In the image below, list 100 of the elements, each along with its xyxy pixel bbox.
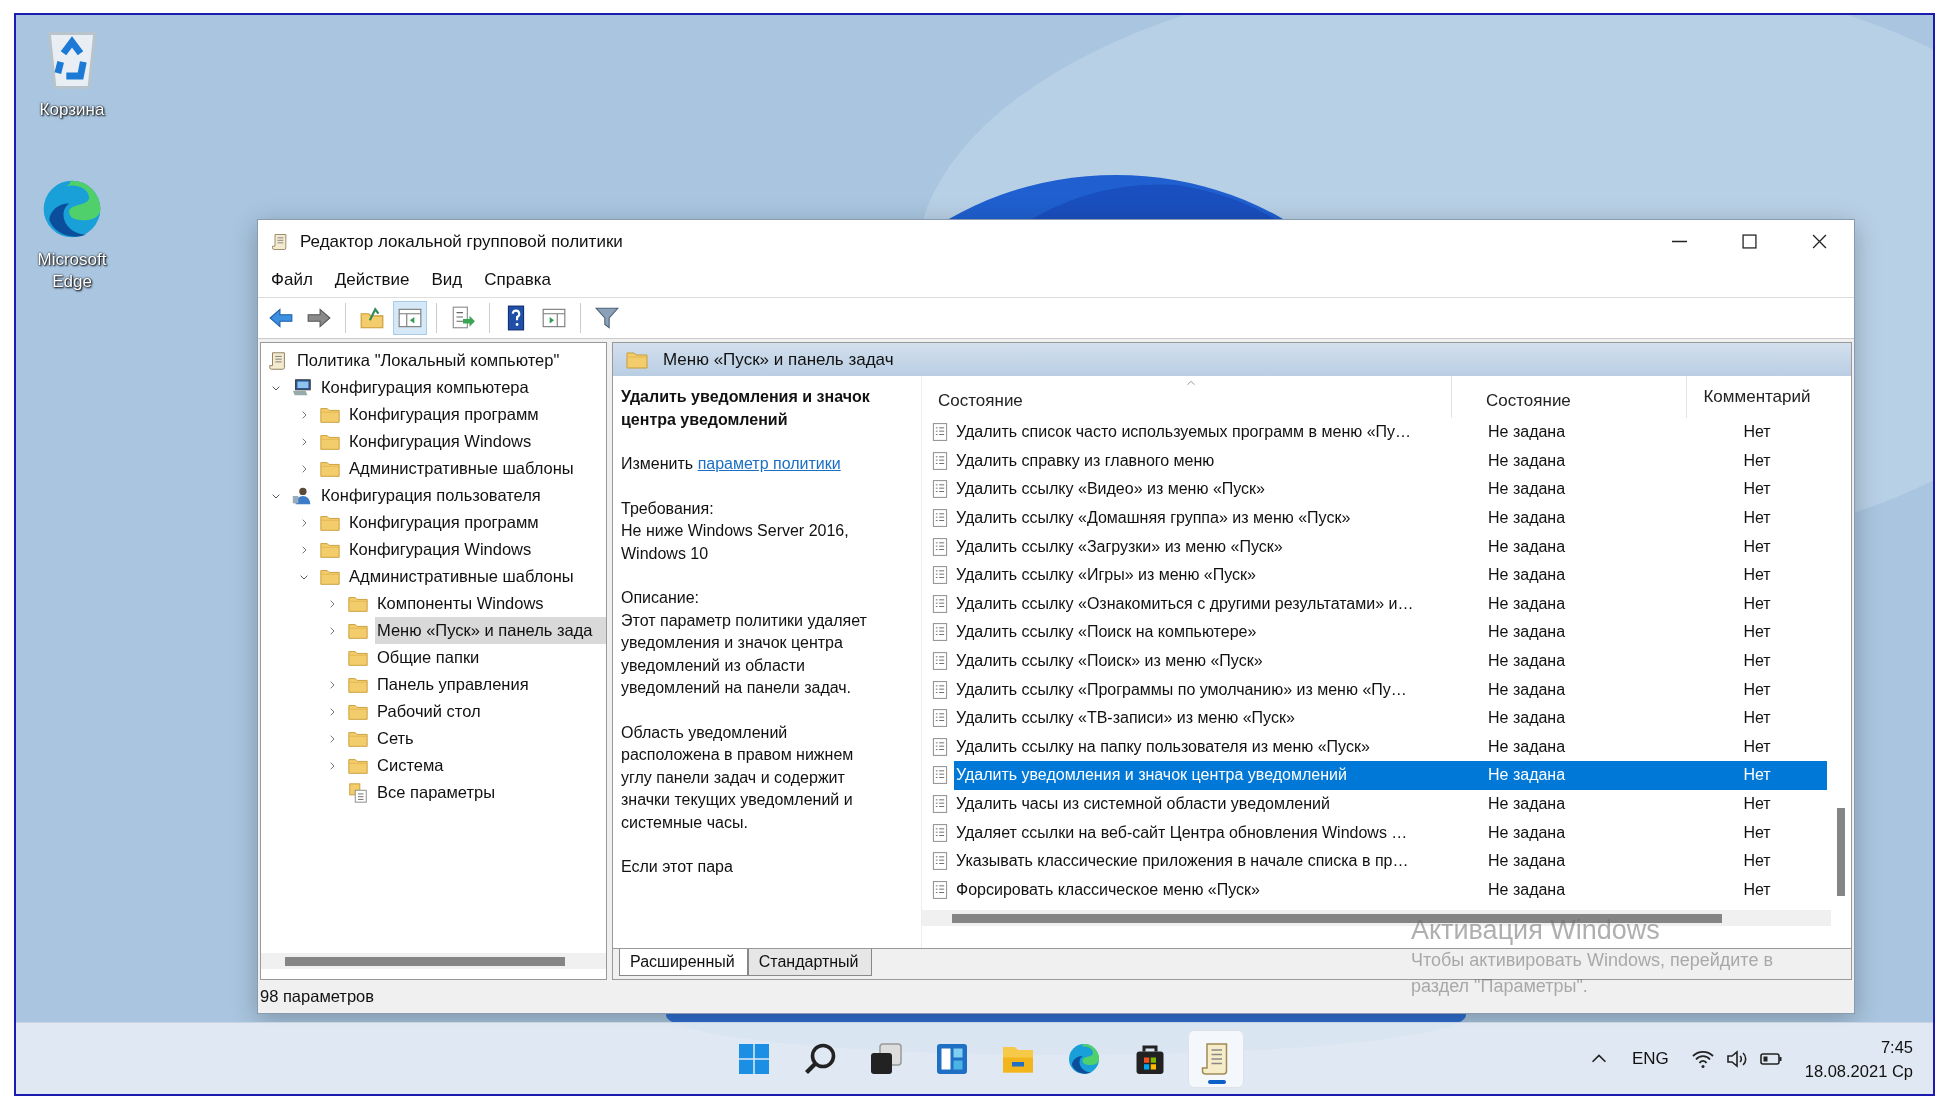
activation-title: Активация Windows <box>1411 914 1661 947</box>
language-indicator[interactable]: ENG <box>1631 1048 1669 1069</box>
description-text: Область уведомлений расположена в правом нижнем углу панели задач и содержит значки текущих уведомлений и системные часы. <box>621 722 855 833</box>
table-cell-text: Не задана <box>1487 450 1567 471</box>
clock-time[interactable]: 7:45 <box>1804 1034 1913 1059</box>
table-cell[interactable]: Удалить часы из системной области уведомлений <box>954 789 1452 819</box>
tree-item[interactable]: Конфигурация компьютера <box>319 374 529 401</box>
table-cell-text: Не задана <box>1487 622 1567 643</box>
folder-arrow-icon <box>359 305 385 331</box>
table-cell[interactable]: Удалить ссылку «Программы по умолчанию» из меню «Пу… <box>954 675 1452 704</box>
column-header[interactable]: Состояние <box>1452 376 1687 418</box>
tab[interactable]: Расширенный <box>619 949 748 976</box>
table-cell-text: Не задана <box>1487 651 1567 672</box>
activation-text: раздел "Параметры". <box>1411 975 1589 998</box>
document-icon <box>930 679 950 700</box>
scrollbar-thumb[interactable] <box>1837 808 1845 896</box>
table-cell-text: Не задана <box>1487 593 1567 614</box>
column-header-label[interactable]: Состояние <box>938 391 1023 411</box>
requirements-label: Требования: <box>621 498 715 519</box>
document-icon <box>930 450 950 471</box>
policy-link[interactable]: параметр политики <box>697 455 841 472</box>
table-cell: Не задана <box>1452 761 1687 790</box>
table-cell[interactable]: Указывать классические приложения в начале списка в пр… <box>954 846 1452 876</box>
menu-item[interactable]: Вид <box>431 270 463 290</box>
back-arrow-icon <box>268 305 294 331</box>
table-cell-text: Нет <box>1742 651 1772 672</box>
table-cell-text: Нет <box>1742 422 1772 443</box>
table-cell[interactable]: Удалить ссылку «Ознакомиться с другими результатами» и… <box>954 589 1452 619</box>
tree-item[interactable]: Общие папки <box>375 644 480 671</box>
menu-item[interactable]: Действие <box>334 270 410 290</box>
export-list-icon <box>450 305 476 331</box>
document-icon <box>930 879 950 900</box>
column-header-label[interactable]: Комментарий <box>1703 387 1811 407</box>
document-icon <box>930 765 950 786</box>
table-cell-text: Нет <box>1742 565 1772 586</box>
tree-item[interactable]: Политика "Локальный компьютер" <box>295 347 560 374</box>
tree-item[interactable]: Сеть <box>375 725 414 752</box>
tree-item[interactable]: Конфигурация Windows <box>347 536 532 563</box>
description-text: Этот параметр политики удаляет уведомления и значок центра уведомлений из области уведомлений на панели задач. <box>621 610 868 698</box>
table-cell-text: Нет <box>1742 622 1772 643</box>
table-cell[interactable]: Удалить ссылку «Игры» из меню «Пуск» <box>954 560 1452 590</box>
clock-date[interactable]: 18.08.2021 Ср <box>1804 1058 1913 1083</box>
table-cell-text: Нет <box>1742 593 1772 614</box>
tree-item[interactable]: Конфигурация пользователя <box>319 482 541 509</box>
tree-item[interactable]: Панель управления <box>375 671 529 698</box>
table-cell[interactable]: Удалить ссылку «Поиск на компьютере» <box>954 618 1452 647</box>
table-cell-text: Не задана <box>1487 422 1567 443</box>
tree-item[interactable]: Конфигурация программ <box>347 509 539 536</box>
requirements-text: Не ниже Windows Server 2016, Windows 10 <box>621 521 850 564</box>
document-icon <box>930 593 950 614</box>
pane-title: Меню «Пуск» и панель задач <box>663 349 894 370</box>
table-cell[interactable]: Удаляет ссылки на веб-сайт Центра обновления Windows … <box>954 818 1452 847</box>
table-cell[interactable]: Удалить список часто используемых программ в меню «Пу… <box>954 418 1452 447</box>
table-cell-text: Не задана <box>1487 536 1567 557</box>
table-cell[interactable]: Удалить ссылку «Видео» из меню «Пуск» <box>954 475 1452 504</box>
tree-item[interactable]: Конфигурация Windows <box>347 428 532 455</box>
column-header[interactable]: Состояние <box>930 376 1452 418</box>
tab[interactable]: Стандартный <box>747 949 872 976</box>
tree-item[interactable]: Все параметры <box>375 779 496 806</box>
column-header[interactable]: Комментарий <box>1687 368 1827 418</box>
table-cell-text: Нет <box>1742 736 1772 757</box>
table-cell[interactable]: Удалить справку из главного меню <box>954 446 1452 476</box>
tree-item[interactable]: Рабочий стол <box>375 698 481 725</box>
tree-item[interactable]: Конфигурация программ <box>347 401 539 428</box>
status-text: 98 параметров <box>260 987 375 1006</box>
table-cell[interactable]: Удалить ссылку «Поиск» из меню «Пуск» <box>954 646 1452 676</box>
running-indicator <box>1208 1079 1226 1084</box>
document-icon <box>930 565 950 586</box>
table-cell-text: Не задана <box>1487 822 1567 843</box>
table-cell[interactable]: Удалить ссылку «Загрузки» из меню «Пуск» <box>954 532 1452 561</box>
activation-text: Чтобы активировать Windows, перейдите в <box>1411 949 1773 972</box>
tree-item[interactable]: Система <box>375 752 444 779</box>
table-cell[interactable]: Удалить уведомления и значок центра уведомлений <box>954 761 1452 790</box>
description-label: Описание: <box>621 588 701 608</box>
table-cell-text: Не задана <box>1487 508 1567 529</box>
policy-title: Удалить уведомления и значок центра уведомлений <box>621 387 871 430</box>
table-cell-text: Нет <box>1742 479 1772 500</box>
table-cell[interactable]: Форсировать классическое меню «Пуск» <box>954 875 1452 905</box>
table-cell: Нет <box>1687 761 1827 790</box>
maximize-icon <box>1741 234 1757 249</box>
table-cell[interactable]: Удалить ссылку «ТВ-записи» из меню «Пуск» <box>954 703 1452 733</box>
document-icon <box>930 479 950 500</box>
menu-item[interactable]: Справка <box>484 270 551 290</box>
table-cell-text: Не задана <box>1487 679 1567 700</box>
menu-item[interactable]: Файл <box>271 270 313 290</box>
scrollbar-thumb[interactable] <box>285 957 565 966</box>
tree-item[interactable]: Административные шаблоны <box>347 563 574 590</box>
table-cell[interactable]: Удалить ссылку «Домашняя группа» из меню «Пуск» <box>954 503 1452 533</box>
column-header-label[interactable]: Состояние <box>1486 391 1571 411</box>
document-icon <box>930 794 950 814</box>
table-cell[interactable]: Удалить ссылку на папку пользователя из меню «Пуск» <box>954 732 1452 762</box>
table-cell-text: Не задана <box>1487 736 1567 757</box>
document-icon <box>930 851 950 872</box>
tree-item[interactable]: Административные шаблоны <box>347 455 574 482</box>
table-cell-text: Нет <box>1742 794 1772 814</box>
tree-item[interactable]: Компоненты Windows <box>375 590 544 617</box>
table-cell-text: Нет <box>1742 536 1772 557</box>
document-icon <box>930 536 950 557</box>
table-cell-text: Нет <box>1742 822 1772 843</box>
edit-label: Изменить <box>621 455 695 472</box>
